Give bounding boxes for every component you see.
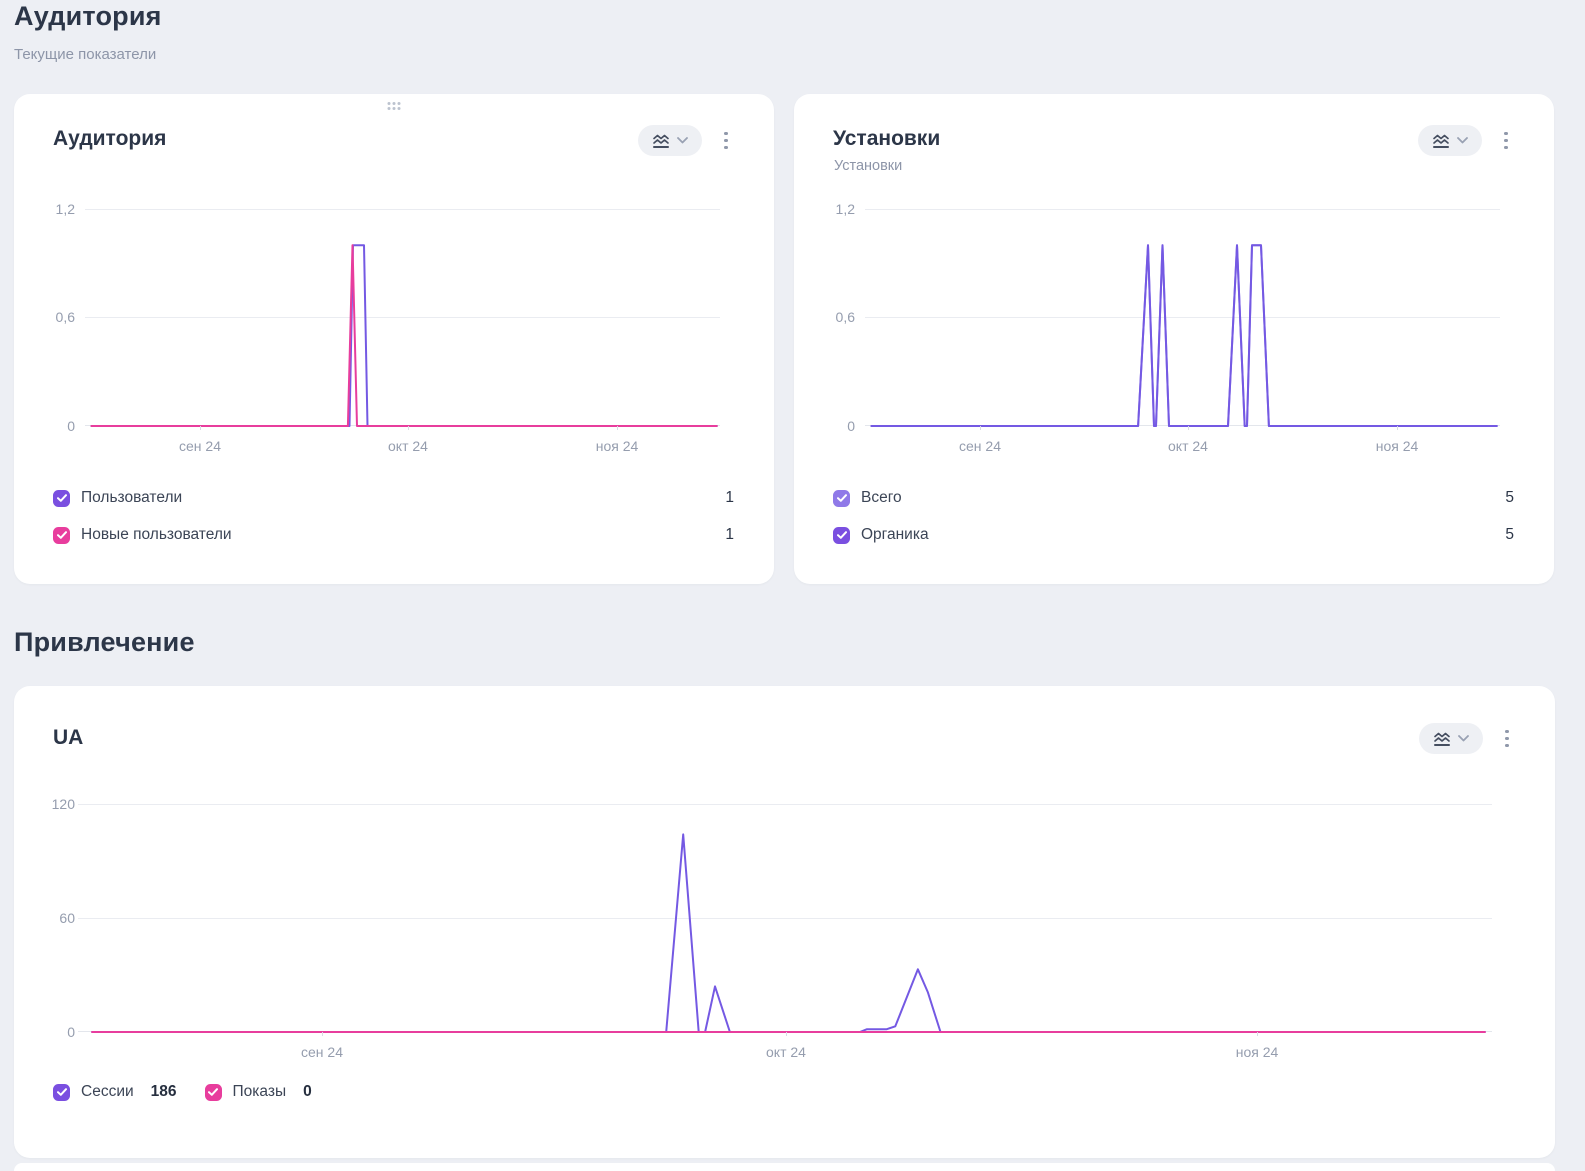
legend: Сессии 186 Показы 0 — [53, 1083, 340, 1101]
y-axis-label: 60 — [31, 910, 75, 926]
chevron-down-icon — [677, 137, 688, 144]
line-chart-type-icon — [1433, 730, 1451, 748]
checkmark-icon — [837, 531, 847, 539]
chart-type-selector-button[interactable] — [638, 125, 702, 156]
card-subtitle: Установки — [834, 158, 902, 174]
ua-card: UA 120 60 0 сен 24 окт 24 ноя 24 Сессии … — [14, 686, 1555, 1158]
card-title: Установки — [833, 127, 940, 151]
legend: Пользователи 1 Новые пользователи 1 — [53, 487, 734, 561]
x-tick — [200, 426, 201, 430]
card-title: Аудитория — [53, 127, 166, 151]
x-axis-label: окт 24 — [388, 438, 428, 454]
x-axis-label: сен 24 — [179, 438, 221, 454]
legend-value: 1 — [725, 489, 734, 507]
x-axis-label: сен 24 — [301, 1044, 343, 1060]
y-axis-label: 0 — [31, 1024, 75, 1040]
series-checkbox[interactable] — [833, 490, 850, 507]
x-tick — [786, 1032, 787, 1036]
x-axis-label: окт 24 — [766, 1044, 806, 1060]
audience-card: Аудитория 1,2 0,6 0 сен 24 окт 24 ноя 24 — [14, 94, 774, 584]
card-title: UA — [53, 726, 83, 750]
page-subtitle: Текущие показатели — [14, 46, 156, 63]
legend-value: 186 — [151, 1083, 177, 1101]
checkmark-icon — [57, 531, 67, 539]
legend-label: Сессии — [81, 1083, 134, 1101]
y-axis-label: 0,6 — [31, 309, 75, 325]
series-checkbox[interactable] — [205, 1084, 222, 1101]
y-axis-label: 1,2 — [811, 201, 855, 217]
chevron-down-icon — [1457, 137, 1468, 144]
attraction-section-title: Привлечение — [14, 627, 195, 658]
legend-row-total[interactable]: Всего 5 — [833, 487, 1514, 509]
card-menu-button[interactable] — [1498, 127, 1514, 154]
x-tick — [1257, 1032, 1258, 1036]
y-axis-label: 120 — [31, 796, 75, 812]
checkmark-icon — [837, 494, 847, 502]
y-axis-label: 1,2 — [31, 201, 75, 217]
legend-label: Органика — [861, 526, 929, 544]
card-menu-button[interactable] — [1499, 725, 1515, 752]
legend-label: Новые пользователи — [81, 526, 232, 544]
sessions-series-line — [92, 834, 1485, 1032]
legend-value: 5 — [1505, 526, 1514, 544]
legend-label: Пользователи — [81, 489, 182, 507]
ua-chart-plot[interactable] — [78, 804, 1492, 1032]
x-tick — [980, 426, 981, 430]
legend-label: Всего — [861, 489, 902, 507]
audience-chart-plot[interactable] — [85, 209, 720, 426]
legend: Всего 5 Органика 5 — [833, 487, 1514, 561]
x-axis-label: сен 24 — [959, 438, 1001, 454]
checkmark-icon — [208, 1088, 218, 1096]
checkmark-icon — [57, 494, 67, 502]
new-users-series-line — [91, 245, 716, 426]
line-chart-type-icon — [652, 132, 670, 150]
legend-value: 5 — [1505, 489, 1514, 507]
x-tick — [408, 426, 409, 430]
x-axis-label: ноя 24 — [1376, 438, 1419, 454]
audience-line-chart[interactable] — [85, 209, 720, 426]
x-tick — [1188, 426, 1189, 430]
line-chart-type-icon — [1432, 132, 1450, 150]
next-card-top-edge — [14, 1163, 1555, 1171]
y-axis-label: 0 — [31, 418, 75, 434]
x-axis-label: окт 24 — [1168, 438, 1208, 454]
x-axis-label: ноя 24 — [1236, 1044, 1279, 1060]
series-checkbox[interactable] — [53, 527, 70, 544]
ua-line-chart[interactable] — [78, 804, 1492, 1032]
y-axis-label: 0 — [811, 418, 855, 434]
x-axis-label: ноя 24 — [596, 438, 639, 454]
installs-card: Установки Установки 1,2 0,6 0 сен 24 окт… — [794, 94, 1554, 584]
page-title: Аудитория — [14, 1, 162, 32]
drag-handle-icon[interactable] — [388, 102, 401, 110]
x-tick — [1397, 426, 1398, 430]
y-axis-label: 0,6 — [811, 309, 855, 325]
x-tick — [617, 426, 618, 430]
organic-series-line — [871, 245, 1496, 426]
legend-row-users[interactable]: Пользователи 1 — [53, 487, 734, 509]
card-menu-button[interactable] — [718, 127, 734, 154]
checkmark-icon — [57, 1088, 67, 1096]
legend-label: Показы — [233, 1083, 287, 1101]
legend-value: 1 — [725, 526, 734, 544]
users-series-line — [91, 245, 716, 426]
legend-row-new-users[interactable]: Новые пользователи 1 — [53, 524, 734, 546]
legend-value: 0 — [303, 1083, 312, 1101]
installs-chart-plot[interactable] — [865, 209, 1500, 426]
chart-type-selector-button[interactable] — [1418, 125, 1482, 156]
legend-row-organic[interactable]: Органика 5 — [833, 524, 1514, 546]
series-checkbox[interactable] — [833, 527, 850, 544]
installs-line-chart[interactable] — [865, 209, 1500, 426]
total-series-line — [871, 245, 1496, 426]
series-checkbox[interactable] — [53, 1084, 70, 1101]
series-checkbox[interactable] — [53, 490, 70, 507]
chevron-down-icon — [1458, 735, 1469, 742]
x-tick — [322, 1032, 323, 1036]
chart-type-selector-button[interactable] — [1419, 723, 1483, 754]
